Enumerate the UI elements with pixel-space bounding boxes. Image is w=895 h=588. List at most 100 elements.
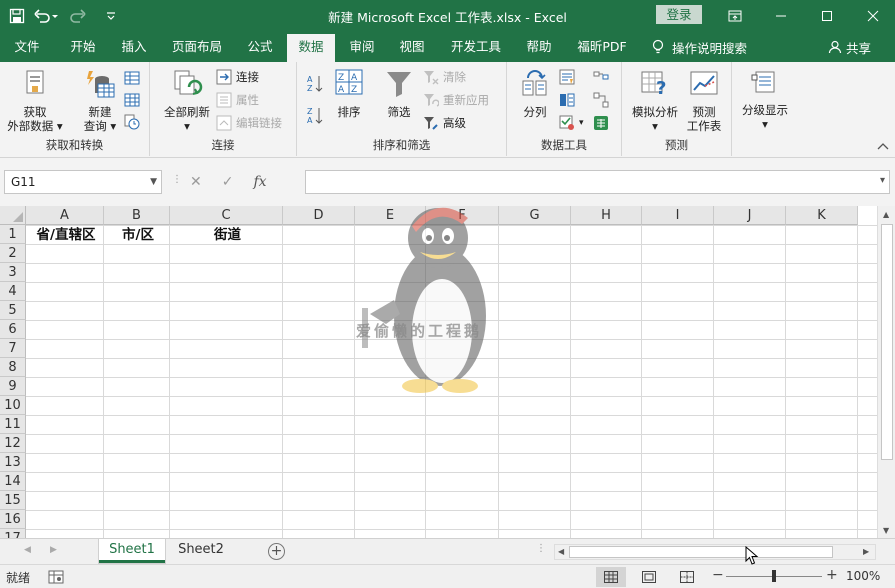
chevron-down-icon[interactable]: ▼ — [150, 171, 157, 193]
collapse-ribbon-button[interactable] — [877, 140, 889, 153]
flash-fill-button[interactable] — [559, 67, 575, 87]
clear-filter-button[interactable]: 清除 — [423, 67, 466, 87]
select-all-button[interactable] — [0, 206, 26, 225]
row-header-9[interactable]: 9 — [0, 377, 26, 396]
forecast-sheet-button[interactable]: 预测 工作表 — [682, 68, 726, 133]
row-header-7[interactable]: 7 — [0, 339, 26, 358]
tell-me-search[interactable]: 操作说明搜索 — [652, 32, 747, 62]
cell-b1[interactable]: 市/区 — [105, 226, 171, 245]
edit-links-button[interactable]: 编辑链接 — [216, 113, 282, 133]
horizontal-scrollbar[interactable]: ◀ ▶ — [554, 544, 876, 560]
show-queries-button[interactable] — [124, 68, 140, 88]
column-header-b[interactable]: B — [104, 206, 170, 225]
tab-file[interactable]: 文件 — [4, 32, 50, 62]
share-button[interactable]: 共享 — [828, 32, 871, 62]
sheet-nav-prev-icon[interactable]: ◀ — [24, 545, 31, 555]
row-header-14[interactable]: 14 — [0, 472, 26, 491]
row-header-5[interactable]: 5 — [0, 301, 26, 320]
relationships-button[interactable] — [593, 90, 609, 110]
data-validation-button[interactable]: ▾ — [559, 113, 584, 133]
formula-input[interactable]: ▾ — [305, 170, 890, 194]
formula-bar-grip[interactable]: ⋮ — [172, 174, 182, 185]
connections-button[interactable]: 连接 — [216, 67, 259, 87]
row-header-3[interactable]: 3 — [0, 263, 26, 282]
redo-button[interactable] — [66, 5, 96, 27]
tab-review[interactable]: 审阅 — [340, 32, 384, 62]
column-header-c[interactable]: C — [170, 206, 283, 225]
cell-a1[interactable]: 省/直辖区 — [27, 226, 105, 245]
row-header-6[interactable]: 6 — [0, 320, 26, 339]
recent-sources-button[interactable] — [124, 112, 140, 132]
tab-developer[interactable]: 开发工具 — [442, 32, 510, 62]
row-header-12[interactable]: 12 — [0, 434, 26, 453]
name-box[interactable]: G11 ▼ — [4, 170, 162, 194]
sort-az-button[interactable]: AZ — [307, 74, 323, 94]
column-header-f[interactable]: F — [426, 206, 499, 225]
horizontal-scroll-thumb[interactable] — [569, 546, 833, 558]
column-header-g[interactable]: G — [499, 206, 571, 225]
login-button[interactable]: 登录 — [656, 5, 702, 24]
advanced-filter-button[interactable]: 高级 — [423, 113, 466, 133]
macro-record-icon[interactable] — [48, 570, 64, 584]
outline-button[interactable]: 分级显示 ▾ — [736, 68, 794, 131]
column-header-h[interactable]: H — [571, 206, 642, 225]
enter-icon[interactable]: ✓ — [222, 174, 234, 190]
tab-foxit-pdf[interactable]: 福昕PDF — [570, 32, 634, 62]
tab-view[interactable]: 视图 — [390, 32, 434, 62]
scroll-down-icon[interactable]: ▼ — [883, 526, 889, 535]
vertical-scroll-thumb[interactable] — [881, 224, 893, 460]
close-button[interactable] — [850, 0, 895, 32]
row-header-11[interactable]: 11 — [0, 415, 26, 434]
add-sheet-button[interactable]: + — [268, 543, 285, 560]
vertical-scrollbar[interactable]: ▲ ▼ — [877, 206, 895, 538]
column-header-e[interactable]: E — [355, 206, 426, 225]
row-header-4[interactable]: 4 — [0, 282, 26, 301]
manage-data-model-button[interactable] — [593, 113, 609, 133]
properties-button[interactable]: 属性 — [216, 90, 259, 110]
tab-formulas[interactable]: 公式 — [236, 32, 284, 62]
row-header-15[interactable]: 15 — [0, 491, 26, 510]
column-header-d[interactable]: D — [283, 206, 355, 225]
sheet-tab-sheet1[interactable]: Sheet1 — [99, 539, 165, 563]
cell-area[interactable] — [26, 225, 877, 538]
refresh-all-button[interactable]: 全部刷新 ▾ — [158, 68, 216, 133]
page-layout-view-button[interactable] — [634, 567, 664, 587]
column-header-j[interactable]: J — [714, 206, 786, 225]
column-header-a[interactable]: A — [26, 206, 104, 225]
filter-button[interactable]: 筛选 — [381, 68, 417, 119]
page-break-view-button[interactable] — [672, 567, 702, 587]
column-header-i[interactable]: I — [642, 206, 714, 225]
row-header-2[interactable]: 2 — [0, 244, 26, 263]
row-header-10[interactable]: 10 — [0, 396, 26, 415]
reapply-button[interactable]: 重新应用 — [423, 90, 489, 110]
undo-button[interactable] — [32, 5, 62, 27]
row-header-1[interactable]: 1 — [0, 225, 26, 244]
zoom-slider-knob[interactable] — [772, 570, 776, 582]
row-header-13[interactable]: 13 — [0, 453, 26, 472]
scroll-right-icon[interactable]: ▶ — [863, 547, 869, 556]
cell-c1[interactable]: 街道 — [171, 226, 284, 245]
tab-help[interactable]: 帮助 — [516, 32, 562, 62]
zoom-level[interactable]: 100% — [846, 569, 880, 583]
get-external-data-button[interactable]: 获取 外部数据 ▾ — [4, 68, 66, 133]
row-header-8[interactable]: 8 — [0, 358, 26, 377]
zoom-in-icon[interactable]: + — [826, 567, 838, 583]
row-header-16[interactable]: 16 — [0, 510, 26, 529]
expand-formula-bar-icon[interactable]: ▾ — [880, 175, 885, 186]
from-table-button[interactable] — [124, 90, 140, 110]
new-query-button[interactable]: 新建 查询 ▾ — [78, 68, 122, 133]
minimize-button[interactable] — [758, 0, 804, 32]
insert-function-icon[interactable]: fx — [253, 174, 266, 190]
tab-data[interactable]: 数据 — [287, 34, 335, 62]
text-to-columns-button[interactable]: 分列 — [517, 68, 553, 119]
tab-split-grip[interactable]: ⋮ — [536, 543, 546, 554]
tab-page-layout[interactable]: 页面布局 — [164, 32, 230, 62]
remove-duplicates-button[interactable] — [559, 90, 575, 110]
save-button[interactable] — [6, 5, 28, 27]
sheet-tab-sheet2[interactable]: Sheet2 — [168, 539, 234, 563]
sort-button[interactable]: ZAAZ 排序 — [331, 68, 367, 119]
sort-za-button[interactable]: ZA — [307, 106, 323, 126]
sheet-nav-next-icon[interactable]: ▶ — [50, 545, 57, 555]
scroll-left-icon[interactable]: ◀ — [558, 547, 564, 556]
column-header-k[interactable]: K — [786, 206, 858, 225]
